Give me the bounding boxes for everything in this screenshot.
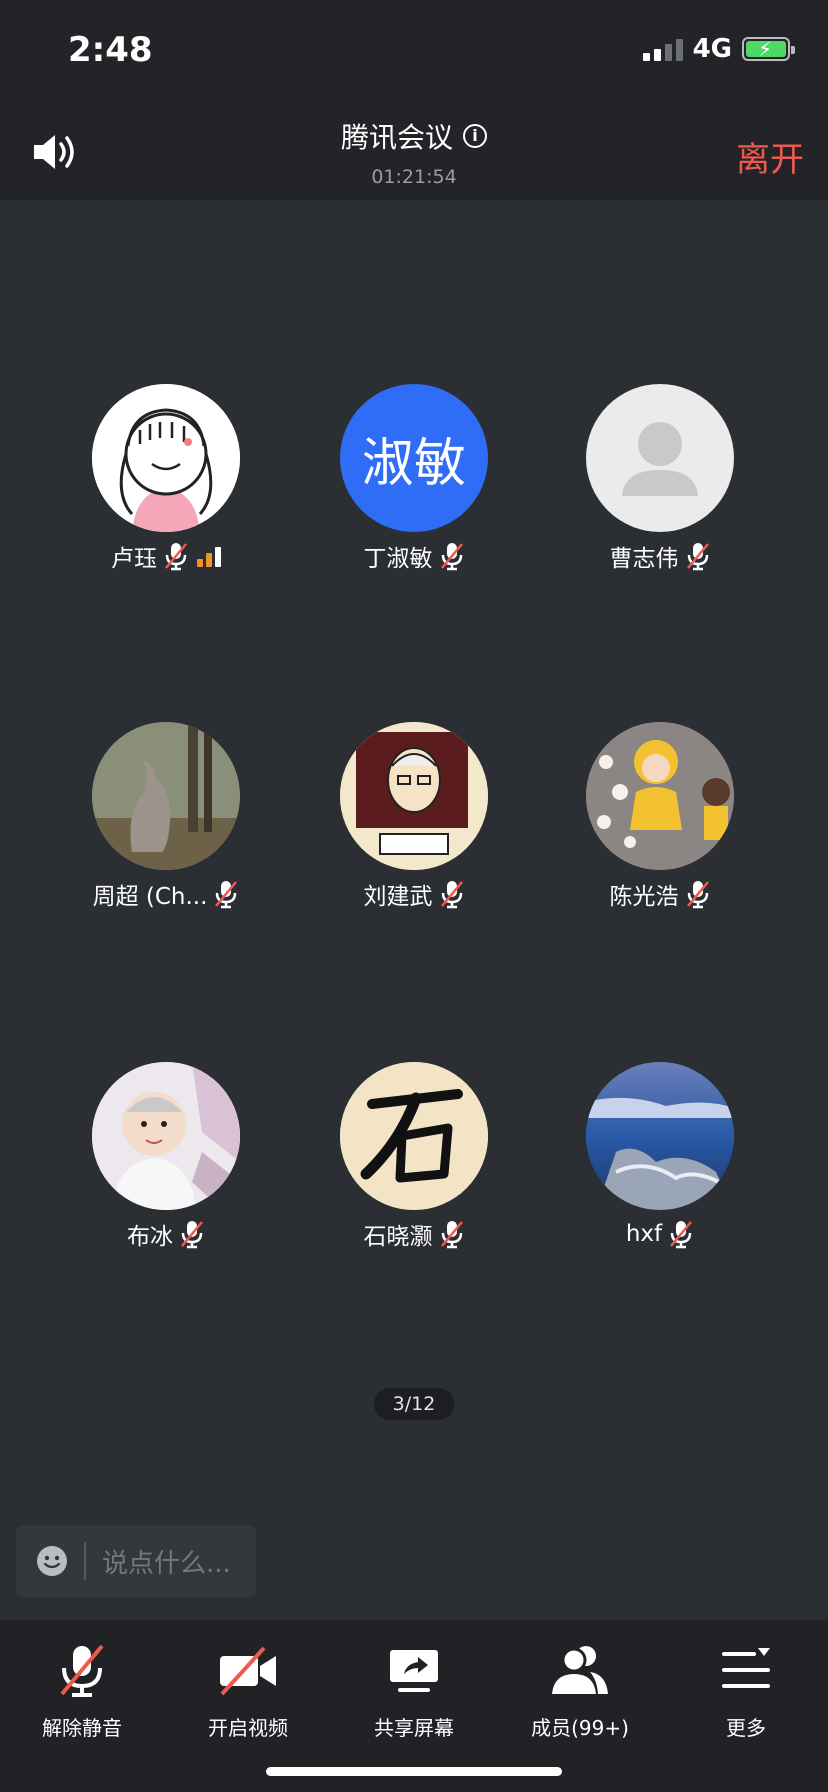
- participant-name: hxf: [625, 1221, 663, 1247]
- participant-tile[interactable]: hxf: [540, 1062, 780, 1250]
- audio-level-icon: [197, 545, 221, 567]
- participant-tile[interactable]: 卢珏: [46, 384, 286, 572]
- status-time: 2:48: [68, 30, 153, 70]
- participant-name: 卢珏: [111, 546, 157, 572]
- avatar: [92, 1062, 240, 1210]
- participant-name: 刘建武: [363, 884, 433, 910]
- more-button[interactable]: 更多: [666, 1640, 826, 1741]
- cellular-signal-icon: [642, 37, 683, 61]
- info-icon[interactable]: i: [463, 124, 487, 148]
- participant-tile[interactable]: 刘建武: [294, 722, 534, 910]
- mic-muted-icon: [181, 1221, 203, 1249]
- mic-muted-icon: [165, 543, 187, 571]
- mic-muted-icon: [440, 543, 463, 571]
- avatar: [586, 722, 734, 870]
- mic-muted-icon: [686, 881, 709, 909]
- participant-tile[interactable]: 布冰: [46, 1062, 286, 1250]
- participant-name: 丁淑敏: [363, 546, 433, 572]
- participant-name: 陈光浩: [609, 884, 679, 910]
- participant-name: 石晓灏: [363, 1224, 433, 1250]
- meeting-duration: 01:21:54: [371, 166, 457, 188]
- battery-icon: ⚡: [742, 37, 795, 61]
- status-indicators: 4G ⚡: [642, 34, 795, 64]
- leave-button[interactable]: 离开: [736, 132, 804, 181]
- avatar: 淑敏: [340, 384, 488, 532]
- chat-placeholder: 说点什么...: [102, 1548, 231, 1579]
- network-type: 4G: [692, 34, 732, 64]
- emoji-icon[interactable]: [36, 1545, 68, 1577]
- mic-muted-icon: [440, 1221, 463, 1249]
- mic-muted-icon: [686, 543, 709, 571]
- mic-muted-icon: [670, 1221, 693, 1249]
- share-screen-label: 共享屏幕: [374, 1716, 454, 1740]
- meeting-title: 腾讯会议: [340, 121, 453, 154]
- share-screen-button[interactable]: 共享屏幕: [334, 1640, 494, 1741]
- avatar: [340, 722, 488, 870]
- participant-tile[interactable]: 石晓灏: [294, 1062, 534, 1250]
- meeting-title-area: 腾讯会议 i 01:21:54: [0, 116, 828, 188]
- avatar: [340, 1062, 488, 1210]
- members-button[interactable]: 成员(99+): [500, 1640, 660, 1741]
- members-label: 成员(99+): [531, 1716, 629, 1740]
- members-icon: [552, 1646, 608, 1694]
- start-video-button[interactable]: 开启视频: [168, 1640, 328, 1741]
- mic-muted-icon: [60, 1644, 104, 1697]
- video-off-icon: [220, 1646, 276, 1696]
- participant-tile[interactable]: 周超 (Ch...: [46, 722, 286, 910]
- participant-name: 周超 (Ch...: [92, 884, 208, 910]
- page-indicator: 3/12: [374, 1388, 454, 1420]
- unmute-label: 解除静音: [42, 1716, 122, 1740]
- mic-muted-icon: [440, 881, 463, 909]
- home-indicator[interactable]: [266, 1767, 562, 1776]
- person-icon: [622, 422, 698, 496]
- participant-tile[interactable]: 曹志伟: [540, 384, 780, 572]
- participant-tile[interactable]: 陈光浩: [540, 722, 780, 910]
- participant-name: 布冰: [127, 1224, 173, 1250]
- more-label: 更多: [726, 1716, 766, 1740]
- meeting-screen: 2:48 4G ⚡ 腾讯会议 i 01:21:54 离开 卢珏 淑敏 丁淑敏 曹…: [0, 0, 828, 1792]
- start-video-label: 开启视频: [208, 1716, 288, 1740]
- chat-input[interactable]: 说点什么...: [16, 1525, 256, 1597]
- share-screen-icon: [390, 1650, 438, 1692]
- participant-name: 曹志伟: [609, 546, 679, 572]
- chat-divider: [84, 1542, 86, 1580]
- avatar: [92, 722, 240, 870]
- avatar: [92, 384, 240, 532]
- status-bar: 2:48 4G ⚡: [0, 0, 828, 100]
- mic-muted-icon: [215, 881, 238, 909]
- default-avatar: [586, 384, 734, 532]
- participant-tile[interactable]: 淑敏 丁淑敏: [294, 384, 534, 572]
- avatar: [586, 1062, 734, 1210]
- more-menu-icon: [722, 1648, 770, 1688]
- unmute-button[interactable]: 解除静音: [2, 1640, 162, 1741]
- meeting-header: 腾讯会议 i 01:21:54 离开: [0, 100, 828, 200]
- avatar-initials: 淑敏: [361, 433, 466, 494]
